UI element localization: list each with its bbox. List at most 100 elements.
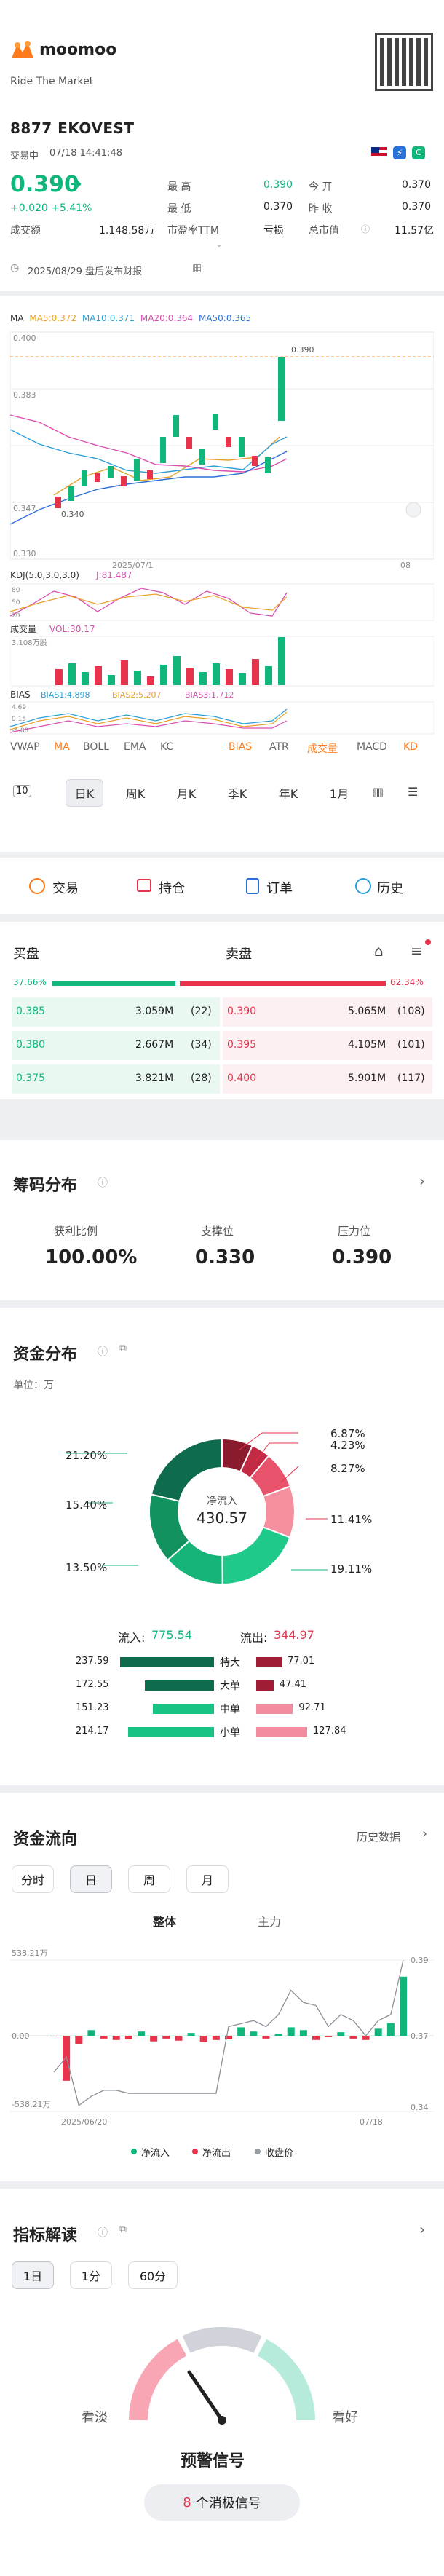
flow-bar bbox=[112, 2036, 120, 2040]
field-high-value: 0.390 bbox=[263, 179, 293, 191]
cap-out-bar bbox=[256, 1657, 282, 1667]
flow-tab-overall[interactable]: 整体 bbox=[153, 1912, 176, 1929]
ask-volume: 5.065M bbox=[348, 1005, 386, 1017]
ask-price: 0.395 bbox=[227, 1039, 257, 1051]
flow-bar bbox=[274, 2034, 282, 2036]
indicator-ma[interactable]: MA bbox=[54, 741, 70, 753]
layout-icon[interactable]: ▥ bbox=[373, 785, 384, 799]
bias-val-1: BIAS2:5.207 bbox=[112, 690, 162, 700]
flow-period-month[interactable]: 月 bbox=[186, 1865, 229, 1893]
volume-bar bbox=[199, 672, 207, 685]
flow-title: 资金流向 bbox=[13, 1830, 78, 1849]
orderbook-row[interactable]: 0.385 3.059M (22) 0.390 5.065M (108) bbox=[12, 997, 432, 1027]
cap-row-label: 中单 bbox=[220, 1704, 240, 1715]
capital-flow-chart[interactable]: 538.21万 0.00 -538.21万 0.39 0.37 0.34 202… bbox=[10, 1938, 434, 2127]
crown-icon[interactable]: C bbox=[412, 146, 425, 159]
kline-chart[interactable]: 0.400 0.383 0.347 0.330 0.390 0.340 2025… bbox=[10, 328, 434, 735]
info-icon[interactable]: ⓘ bbox=[361, 223, 370, 235]
signal-title: 预警信号 bbox=[181, 2452, 245, 2470]
chips-chevron-icon[interactable]: › bbox=[419, 1172, 425, 1190]
ma50-line bbox=[10, 451, 288, 525]
action-position[interactable]: 持仓 bbox=[137, 877, 217, 897]
indicator-kd[interactable]: KD bbox=[403, 741, 418, 753]
indicator-period-1d[interactable]: 1日 bbox=[12, 2261, 54, 2289]
flow-date-left: 2025/06/20 bbox=[61, 2117, 107, 2127]
negative-signal-badge[interactable]: 8 个消极信号 bbox=[144, 2484, 300, 2521]
indicator-kc[interactable]: KC bbox=[160, 741, 173, 753]
orderbook-row[interactable]: 0.375 3.821M (28) 0.400 5.901M (117) bbox=[12, 1064, 432, 1094]
chips-info-icon[interactable]: ⓘ bbox=[98, 1175, 108, 1190]
indicator-bias[interactable]: BIAS bbox=[229, 741, 252, 753]
history-data-link[interactable]: 历史数据 bbox=[357, 1829, 400, 1844]
inflow-label: 流入: bbox=[118, 1631, 146, 1645]
period-quarter[interactable]: 季K bbox=[218, 779, 256, 807]
gauge-needle bbox=[187, 2370, 224, 2422]
chip-distribution-section: 筹码分布 ⓘ › 获利比例 100.00% 支撑位 0.330 压力位 0.39… bbox=[0, 1140, 444, 1300]
indicator-share-icon[interactable]: ⧉ bbox=[119, 2224, 127, 2235]
lightning-icon[interactable]: ⚡ bbox=[393, 146, 406, 159]
ma20-line bbox=[10, 414, 288, 473]
flow-period-week[interactable]: 周 bbox=[128, 1865, 170, 1893]
indicator-volume[interactable]: 成交量 bbox=[307, 741, 338, 756]
action-order[interactable]: 订单 bbox=[246, 877, 326, 897]
kdj-y-0: 80 bbox=[12, 587, 20, 594]
field-open-label: 今 开 bbox=[309, 181, 333, 193]
field-low-value: 0.370 bbox=[263, 201, 293, 213]
brand-name: moomoo bbox=[39, 41, 117, 59]
indicator-chevron-icon[interactable]: › bbox=[419, 2221, 425, 2238]
cap-out-bar bbox=[256, 1727, 307, 1737]
price-change: +0.020 +5.41% bbox=[10, 202, 92, 214]
period-year[interactable]: 年K bbox=[269, 779, 307, 807]
ma-legend-1: MA5:0.372 bbox=[29, 313, 76, 323]
expand-chevron-icon[interactable]: ⌄ bbox=[215, 239, 223, 249]
period-week[interactable]: 周K bbox=[116, 779, 154, 807]
chip-label-1: 支撑位 bbox=[201, 1225, 234, 1238]
indicator-vwap[interactable]: VWAP bbox=[10, 741, 40, 753]
ask-ratio-fill bbox=[180, 981, 386, 986]
bid-ratio-fill bbox=[52, 981, 176, 986]
menu-icon[interactable]: ≡ bbox=[411, 942, 423, 960]
indicator-period-60m[interactable]: 60分 bbox=[128, 2261, 178, 2289]
period-1m-dropdown[interactable]: 1月 bbox=[320, 779, 358, 807]
moomoo-logo-icon bbox=[10, 39, 35, 60]
pe-label: 市盈率TTM bbox=[167, 225, 219, 237]
pct-right-1: 4.23% bbox=[330, 1439, 365, 1452]
volume-bar bbox=[186, 668, 194, 685]
period-day[interactable]: 日K bbox=[66, 779, 103, 807]
trade-status: 交易中 bbox=[10, 151, 39, 162]
flow-y-right-0: 0.39 bbox=[411, 1956, 429, 1965]
indicator-boll[interactable]: BOLL bbox=[83, 741, 109, 753]
settings-icon[interactable]: ☰ bbox=[408, 785, 418, 799]
period-month[interactable]: 月K bbox=[167, 779, 205, 807]
flow-bar bbox=[150, 2036, 158, 2042]
history-chevron-icon[interactable]: › bbox=[422, 1826, 427, 1841]
period-10[interactable]: 10 bbox=[13, 785, 31, 797]
bank-icon[interactable]: ⌂ bbox=[374, 942, 384, 960]
reset-icon[interactable] bbox=[405, 502, 421, 518]
bid-title: 买盘 bbox=[13, 947, 39, 962]
mcap-value: 11.57亿 bbox=[395, 225, 435, 237]
donut-slice bbox=[221, 1526, 291, 1586]
action-history[interactable]: 历史 bbox=[355, 877, 435, 897]
legend-inflow: 净流入 bbox=[141, 2148, 170, 2159]
indicator-period-1m[interactable]: 1分 bbox=[70, 2261, 112, 2289]
bias2-line bbox=[10, 711, 288, 730]
indicator-atr[interactable]: ATR bbox=[269, 741, 289, 753]
capital-share-icon[interactable]: ⧉ bbox=[119, 1343, 127, 1354]
ask-volume: 4.105M bbox=[348, 1039, 386, 1051]
qr-code-icon[interactable] bbox=[375, 33, 433, 91]
flow-tab-main[interactable]: 主力 bbox=[258, 1912, 281, 1929]
indicator-macd[interactable]: MACD bbox=[357, 741, 387, 753]
orderbook-row[interactable]: 0.380 2.667M (34) 0.395 4.105M (101) bbox=[12, 1031, 432, 1060]
legend-inflow-dot-icon bbox=[131, 2149, 137, 2154]
indicator-info-icon[interactable]: ⓘ bbox=[98, 2225, 108, 2240]
indicator-ema[interactable]: EMA bbox=[124, 741, 146, 753]
ma-legend-3: MA20:0.364 bbox=[140, 313, 194, 323]
flow-period-intraday[interactable]: 分时 bbox=[12, 1865, 54, 1893]
cap-in-bar bbox=[144, 1680, 214, 1691]
action-trade[interactable]: 交易 bbox=[29, 877, 109, 897]
flow-period-day[interactable]: 日 bbox=[70, 1865, 112, 1893]
report-banner[interactable]: ◷ 2025/08/29 盘后发布财报 ▦ bbox=[10, 259, 229, 280]
gauge-bear-label: 看淡 bbox=[82, 2410, 108, 2425]
capital-info-icon[interactable]: ⓘ bbox=[98, 1344, 108, 1359]
